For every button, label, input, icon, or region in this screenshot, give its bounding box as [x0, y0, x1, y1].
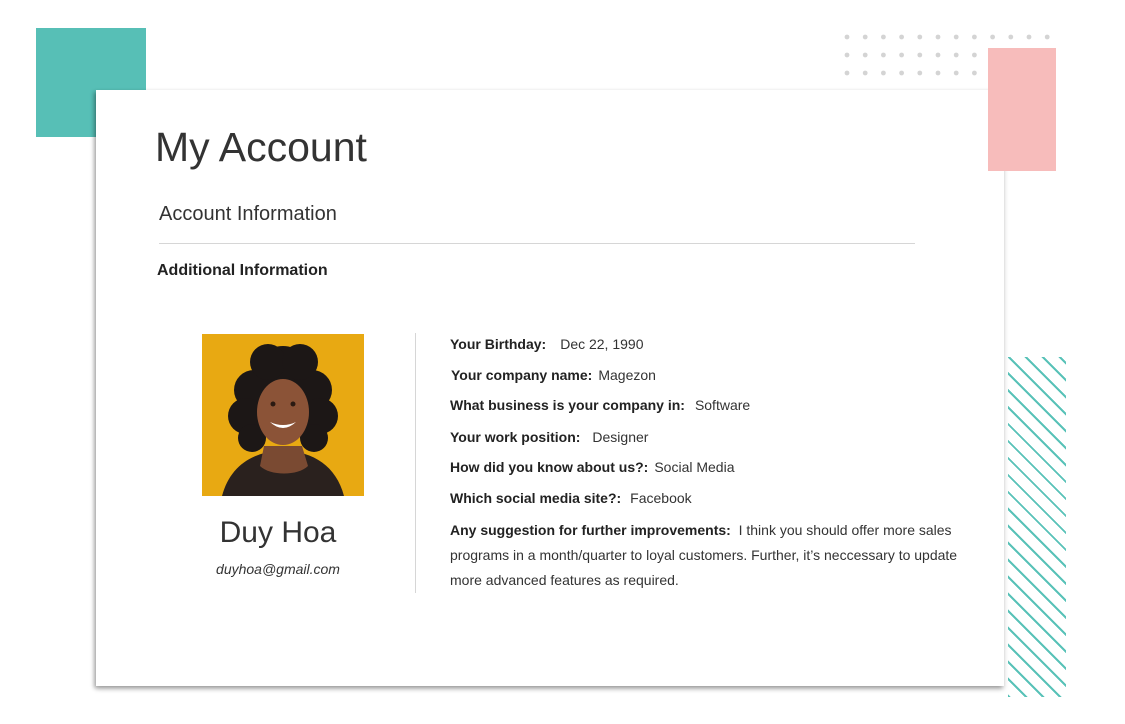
detail-label: Your Birthday:: [450, 336, 547, 352]
detail-row-suggestion: Any suggestion for further improvements:…: [450, 518, 960, 593]
decorative-dot: [862, 70, 868, 76]
decorative-dot: [1044, 34, 1050, 40]
decorative-dot: [917, 70, 923, 76]
decorative-dot: [844, 52, 850, 58]
avatar: [202, 334, 364, 496]
detail-value: Magezon: [598, 367, 656, 383]
detail-label: Any suggestion for further improvements:: [450, 522, 731, 538]
page-title: My Account: [155, 124, 367, 170]
profile-email: duyhoa@gmail.com: [216, 561, 340, 577]
decorative-pink-rectangle: [988, 48, 1056, 171]
detail-label: Your company name:: [451, 367, 593, 383]
profile-name: Duy Hoa: [219, 516, 337, 549]
decorative-dot: [917, 34, 923, 40]
decorative-dot: [881, 52, 886, 58]
decorative-dot: [935, 34, 941, 40]
decorative-dot: [935, 70, 941, 76]
decorative-dot: [990, 34, 995, 40]
decorative-dot: [972, 52, 977, 58]
decorative-dot: [899, 70, 904, 76]
decorative-dot: [844, 34, 850, 40]
detail-row-business: What business is your company in: Softwar…: [450, 397, 750, 413]
account-information-heading: Account Information: [159, 203, 337, 225]
detail-row-work-position: Your work position: Designer: [450, 429, 648, 445]
decorative-dot: [844, 70, 850, 76]
decorative-dot: [935, 52, 941, 58]
detail-label: Which social media site?:: [450, 490, 622, 506]
detail-row-birthday: Your Birthday: Dec 22, 1990: [450, 336, 644, 352]
detail-value: Social Media: [654, 459, 735, 475]
detail-label: What business is your company in:: [450, 397, 685, 413]
vertical-divider: [415, 333, 416, 593]
section-divider: [159, 243, 915, 244]
detail-row-social-site: Which social media site?: Facebook: [450, 490, 692, 506]
detail-label: How did you know about us?:: [450, 459, 649, 475]
decorative-dot: [972, 70, 977, 76]
detail-value: Software: [694, 397, 751, 413]
detail-row-referral: How did you know about us?: Social Media: [450, 459, 734, 475]
decorative-dot: [881, 34, 886, 40]
detail-label: Your work position:: [450, 429, 581, 445]
decorative-dot: [917, 52, 923, 58]
decorative-dot: [1026, 34, 1032, 40]
additional-information-heading: Additional Information: [157, 262, 328, 279]
decorative-dot: [899, 52, 904, 58]
detail-row-company-name: Your company name: Magezon: [451, 367, 656, 383]
detail-value: Dec 22, 1990: [560, 336, 644, 352]
decorative-dot: [953, 34, 959, 40]
decorative-dot: [862, 34, 868, 40]
decorative-dot: [953, 70, 959, 76]
decorative-dot: [881, 70, 886, 76]
decorative-dot: [972, 34, 977, 40]
portrait-photo-icon: [202, 334, 364, 496]
decorative-dot: [1008, 34, 1014, 40]
detail-value: Designer: [592, 429, 649, 445]
decorative-striped-panel: [1008, 357, 1066, 697]
detail-value: Facebook: [630, 490, 692, 506]
decorative-dot: [953, 52, 959, 58]
decorative-dot: [899, 34, 904, 40]
decorative-dot: [862, 52, 868, 58]
